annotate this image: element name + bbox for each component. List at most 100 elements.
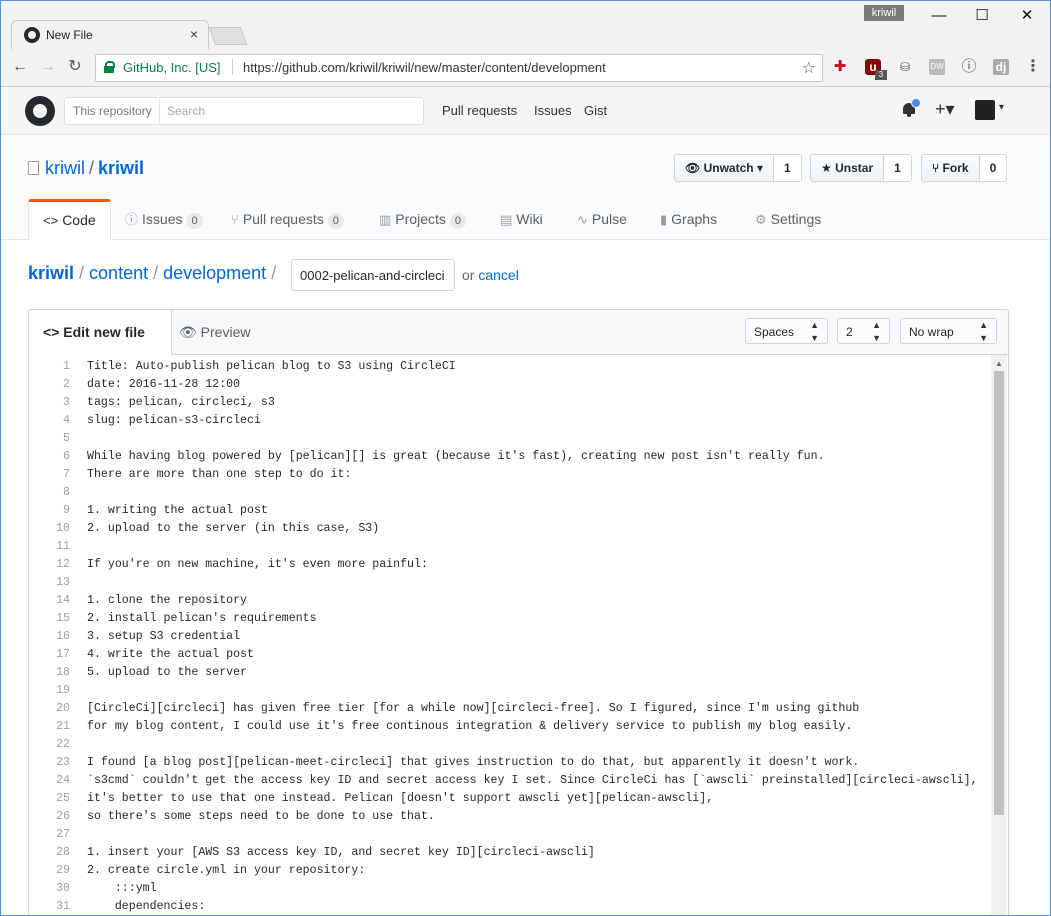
- filename-input[interactable]: [291, 259, 455, 291]
- code-area[interactable]: 1 Title: Auto-publish pelican blog to S3 …: [29, 355, 991, 915]
- code-line[interactable]: 1 Title: Auto-publish pelican blog to S3 …: [29, 358, 991, 376]
- editor-scrollbar[interactable]: ▲: [991, 355, 1007, 915]
- code-icon: <>: [43, 324, 60, 340]
- code-line[interactable]: 5: [29, 430, 991, 448]
- scroll-up-arrow-icon[interactable]: ▲: [995, 359, 1003, 368]
- code-line[interactable]: 21 for my blog content, I could use it's …: [29, 718, 991, 736]
- code-line[interactable]: 8: [29, 484, 991, 502]
- indent-size-select[interactable]: 2 ▲ ▼: [837, 318, 890, 344]
- watch-count[interactable]: 1: [773, 154, 802, 182]
- code-line[interactable]: 3 tags: pelican, circleci, s3: [29, 394, 991, 412]
- code-line[interactable]: 4 slug: pelican-s3-circleci: [29, 412, 991, 430]
- repo-name-link[interactable]: kriwil: [98, 158, 144, 178]
- tab-preview[interactable]: 👁︎ Preview: [179, 310, 250, 354]
- code-line[interactable]: 18 5. upload to the server: [29, 664, 991, 682]
- code-line[interactable]: 26 so there's some steps need to be done …: [29, 808, 991, 826]
- star-count[interactable]: 1: [884, 154, 912, 182]
- tab-projects[interactable]: ▥ Projects 0: [379, 199, 466, 239]
- search-box[interactable]: This repository: [64, 97, 424, 125]
- tab-code[interactable]: <> Code: [28, 199, 111, 240]
- tab-graphs[interactable]: ▮ Graphs: [660, 199, 717, 239]
- indent-mode-select[interactable]: Spaces ▲ ▼: [745, 318, 828, 344]
- code-line[interactable]: 13: [29, 574, 991, 592]
- code-line[interactable]: 22: [29, 736, 991, 754]
- fork-group: ⑂ Fork 0: [921, 154, 1008, 182]
- code-line[interactable]: 29 2. create circle.yml in your repositor…: [29, 862, 991, 880]
- create-new-menu[interactable]: +▾: [935, 99, 955, 120]
- browser-tab[interactable]: New File ×: [11, 20, 209, 50]
- menu-icon[interactable]: ⋮: [1025, 59, 1041, 75]
- tab-settings[interactable]: ⚙ Settings: [755, 199, 821, 239]
- search-input[interactable]: [165, 101, 409, 121]
- breadcrumb-development[interactable]: development: [163, 263, 266, 283]
- code-line[interactable]: 19: [29, 682, 991, 700]
- dj-icon[interactable]: dj: [993, 59, 1009, 75]
- code-line[interactable]: 11: [29, 538, 991, 556]
- tab-settings-label: Settings: [770, 211, 822, 227]
- dwr-icon[interactable]: DW: [929, 59, 945, 75]
- unstar-button[interactable]: ★ Unstar: [810, 154, 885, 182]
- code-line[interactable]: 12 If you're on new machine, it's even mo…: [29, 556, 991, 574]
- tab-pulse[interactable]: ∿ Pulse: [577, 199, 627, 239]
- repo-owner-link[interactable]: kriwil: [45, 158, 85, 178]
- certificate-label[interactable]: GitHub, Inc. [US]: [123, 60, 221, 75]
- code-line[interactable]: 14 1. clone the repository: [29, 592, 991, 610]
- tab-issues[interactable]: ⓘ Issues 0: [125, 199, 203, 239]
- github-logo-icon[interactable]: [25, 96, 55, 126]
- search-scope: This repository: [73, 104, 152, 118]
- notifications-bell-icon[interactable]: [901, 98, 921, 118]
- tab-wiki[interactable]: ▤ Wiki: [500, 199, 543, 239]
- select-arrows-icon: ▲ ▼: [810, 320, 819, 343]
- code-line[interactable]: 30 :::yml: [29, 880, 991, 898]
- reload-icon[interactable]: ↻: [65, 57, 85, 77]
- red-cross-icon[interactable]: ✚: [832, 59, 848, 75]
- avatar[interactable]: [975, 100, 995, 120]
- cancel-link[interactable]: cancel: [478, 267, 518, 283]
- bookmark-star-icon[interactable]: ☆: [802, 58, 816, 78]
- maximize-button[interactable]: ☐: [968, 6, 996, 26]
- nav-gist[interactable]: Gist: [584, 103, 607, 118]
- breadcrumb-root[interactable]: kriwil: [28, 263, 74, 283]
- browser-toolbar: ← → ↻ GitHub, Inc. [US] https://github.c…: [1, 49, 1050, 87]
- new-tab-button[interactable]: [208, 27, 248, 45]
- database-icon[interactable]: ⛁: [897, 59, 913, 75]
- code-line[interactable]: 16 3. setup S3 credential: [29, 628, 991, 646]
- code-line[interactable]: 2 date: 2016-11-28 12:00: [29, 376, 991, 394]
- code-line[interactable]: 28 1. insert your [AWS S3 access key ID, …: [29, 844, 991, 862]
- address-bar[interactable]: GitHub, Inc. [US] https://github.com/kri…: [95, 54, 823, 82]
- code-line[interactable]: 7 There are more than one step to do it:: [29, 466, 991, 484]
- nav-pull-requests[interactable]: Pull requests: [442, 103, 517, 118]
- code-line[interactable]: 15 2. install pelican's requirements: [29, 610, 991, 628]
- line-text: so there's some steps need to be done to…: [87, 810, 435, 823]
- line-text: :::yml: [87, 882, 157, 895]
- breadcrumb-content[interactable]: content: [89, 263, 148, 283]
- code-line[interactable]: 20 [CircleCi][circleci] has given free ti…: [29, 700, 991, 718]
- scrollbar-thumb[interactable]: [994, 371, 1004, 815]
- line-number: 5: [63, 432, 70, 445]
- wrap-mode-select[interactable]: No wrap ▲ ▼: [900, 318, 997, 344]
- minimize-button[interactable]: —: [925, 6, 953, 26]
- fork-button[interactable]: ⑂ Fork: [921, 154, 980, 182]
- code-line[interactable]: 27: [29, 826, 991, 844]
- code-line[interactable]: 24 `s3cmd` couldn't get the access key ID…: [29, 772, 991, 790]
- url-text[interactable]: https://github.com/kriwil/kriwil/new/mas…: [243, 60, 606, 75]
- code-line[interactable]: 10 2. upload to the server (in this case,…: [29, 520, 991, 538]
- code-line[interactable]: 9 1. writing the actual post: [29, 502, 991, 520]
- fork-count[interactable]: 0: [979, 154, 1008, 182]
- chevron-down-icon[interactable]: ▾: [999, 102, 1004, 113]
- back-arrow-icon[interactable]: ←: [10, 57, 30, 77]
- info-circle-icon[interactable]: ⓘ: [961, 59, 977, 75]
- close-window-button[interactable]: ✕: [1013, 6, 1041, 26]
- unwatch-button[interactable]: 👁︎ Unwatch ▾: [674, 154, 774, 182]
- code-line[interactable]: 23 I found [a blog post][pelican-meet-cir…: [29, 754, 991, 772]
- forward-arrow-icon[interactable]: →: [38, 57, 58, 77]
- tab-pull-requests[interactable]: ⑂ Pull requests 0: [231, 199, 344, 239]
- code-line[interactable]: 31 dependencies:: [29, 898, 991, 915]
- tab-close-icon[interactable]: ×: [190, 26, 198, 42]
- tab-edit-new-file[interactable]: <> Edit new file: [29, 310, 172, 355]
- code-line[interactable]: 17 4. write the actual post: [29, 646, 991, 664]
- code-line[interactable]: 6 While having blog powered by [pelican][…: [29, 448, 991, 466]
- code-line[interactable]: 25 it's better to use that one instead. P…: [29, 790, 991, 808]
- nav-issues[interactable]: Issues: [534, 103, 572, 118]
- profile-chip[interactable]: kriwil: [864, 5, 904, 21]
